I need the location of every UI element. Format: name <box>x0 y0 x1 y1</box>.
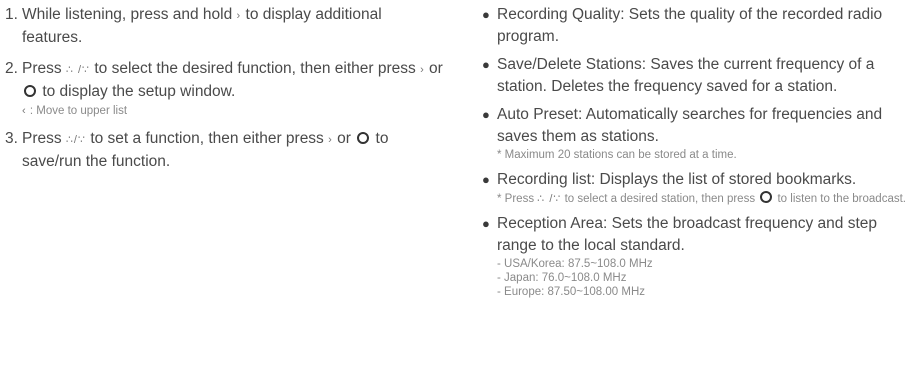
circle-button-icon <box>760 191 773 203</box>
step-1: 1. While listening, press and hold › to … <box>5 4 445 49</box>
up-down-icon: ∴/∵ <box>65 134 86 146</box>
bullet-dot-icon: ● <box>482 216 490 231</box>
step-text: to display the setup window. <box>42 83 236 100</box>
instructions-column: 1. While listening, press and hold › to … <box>5 4 445 182</box>
chevron-right-icon: › <box>420 64 425 76</box>
step-text: or <box>337 130 356 147</box>
note-text: to listen to the broadcast. <box>777 193 906 205</box>
manual-page: 1. While listening, press and hold › to … <box>0 0 910 368</box>
feature-text: Auto Preset: Automatically searches for … <box>497 106 883 145</box>
step-3: 3. Press ∴/∵ to set a function, then eit… <box>5 128 445 173</box>
step-number: 2. <box>5 60 18 77</box>
feature-text: Save/Delete Stations: Saves the current … <box>497 56 875 95</box>
up-down-icon: ∴ /∵ <box>65 64 91 76</box>
note-text: * Press <box>497 193 538 205</box>
step-text: Press <box>22 130 66 147</box>
step-sub-note: ‹ : Move to upper list <box>22 104 445 119</box>
up-down-icon: ∴ /∵ <box>537 193 562 205</box>
region-usa-korea: - USA/Korea: 87.5~108.0 MHz <box>497 258 653 270</box>
circle-button-icon <box>357 132 370 144</box>
feature-text: Recording list: Displays the list of sto… <box>497 171 857 188</box>
feature-recording-quality: ● Recording Quality: Sets the quality of… <box>482 4 907 48</box>
circle-button-icon <box>24 85 36 97</box>
chevron-right-icon: › <box>328 134 333 146</box>
feature-save-delete-stations: ● Save/Delete Stations: Saves the curren… <box>482 54 907 98</box>
region-japan: - Japan: 76.0~108.0 MHz <box>497 272 627 284</box>
feature-text: Reception Area: Sets the broadcast frequ… <box>497 215 877 254</box>
step-text: to select the desired function, then eit… <box>94 60 421 77</box>
step-text: to set a function, then either press <box>90 130 329 147</box>
note-text: to select a desired station, then press <box>564 193 759 205</box>
sub-note-text: : Move to upper list <box>26 105 128 117</box>
step-text: While listening, press and hold <box>22 6 237 23</box>
feature-recording-list: ● Recording list: Displays the list of s… <box>482 169 907 207</box>
step-number: 1. <box>5 6 18 23</box>
feature-reception-area: ● Reception Area: Sets the broadcast fre… <box>482 213 907 299</box>
step-text: Press <box>22 60 66 77</box>
step-number: 3. <box>5 130 18 147</box>
chevron-right-icon: › <box>236 10 242 22</box>
bullet-dot-icon: ● <box>482 7 490 22</box>
bullet-dot-icon: ● <box>482 172 490 187</box>
feature-text: Recording Quality: Sets the quality of t… <box>497 6 883 45</box>
step-text: or <box>429 60 443 77</box>
feature-note: * Maximum 20 stations can be stored at a… <box>497 149 737 161</box>
features-column: ● Recording Quality: Sets the quality of… <box>482 4 907 305</box>
feature-note: * Press ∴ /∵ to select a desired station… <box>497 191 907 207</box>
feature-auto-preset: ● Auto Preset: Automatically searches fo… <box>482 104 907 163</box>
region-europe: - Europe: 87.50~108.00 MHz <box>497 286 645 298</box>
bullet-dot-icon: ● <box>482 107 490 122</box>
bullet-dot-icon: ● <box>482 57 490 72</box>
step-2: 2. Press ∴ /∵ to select the desired func… <box>5 58 445 119</box>
